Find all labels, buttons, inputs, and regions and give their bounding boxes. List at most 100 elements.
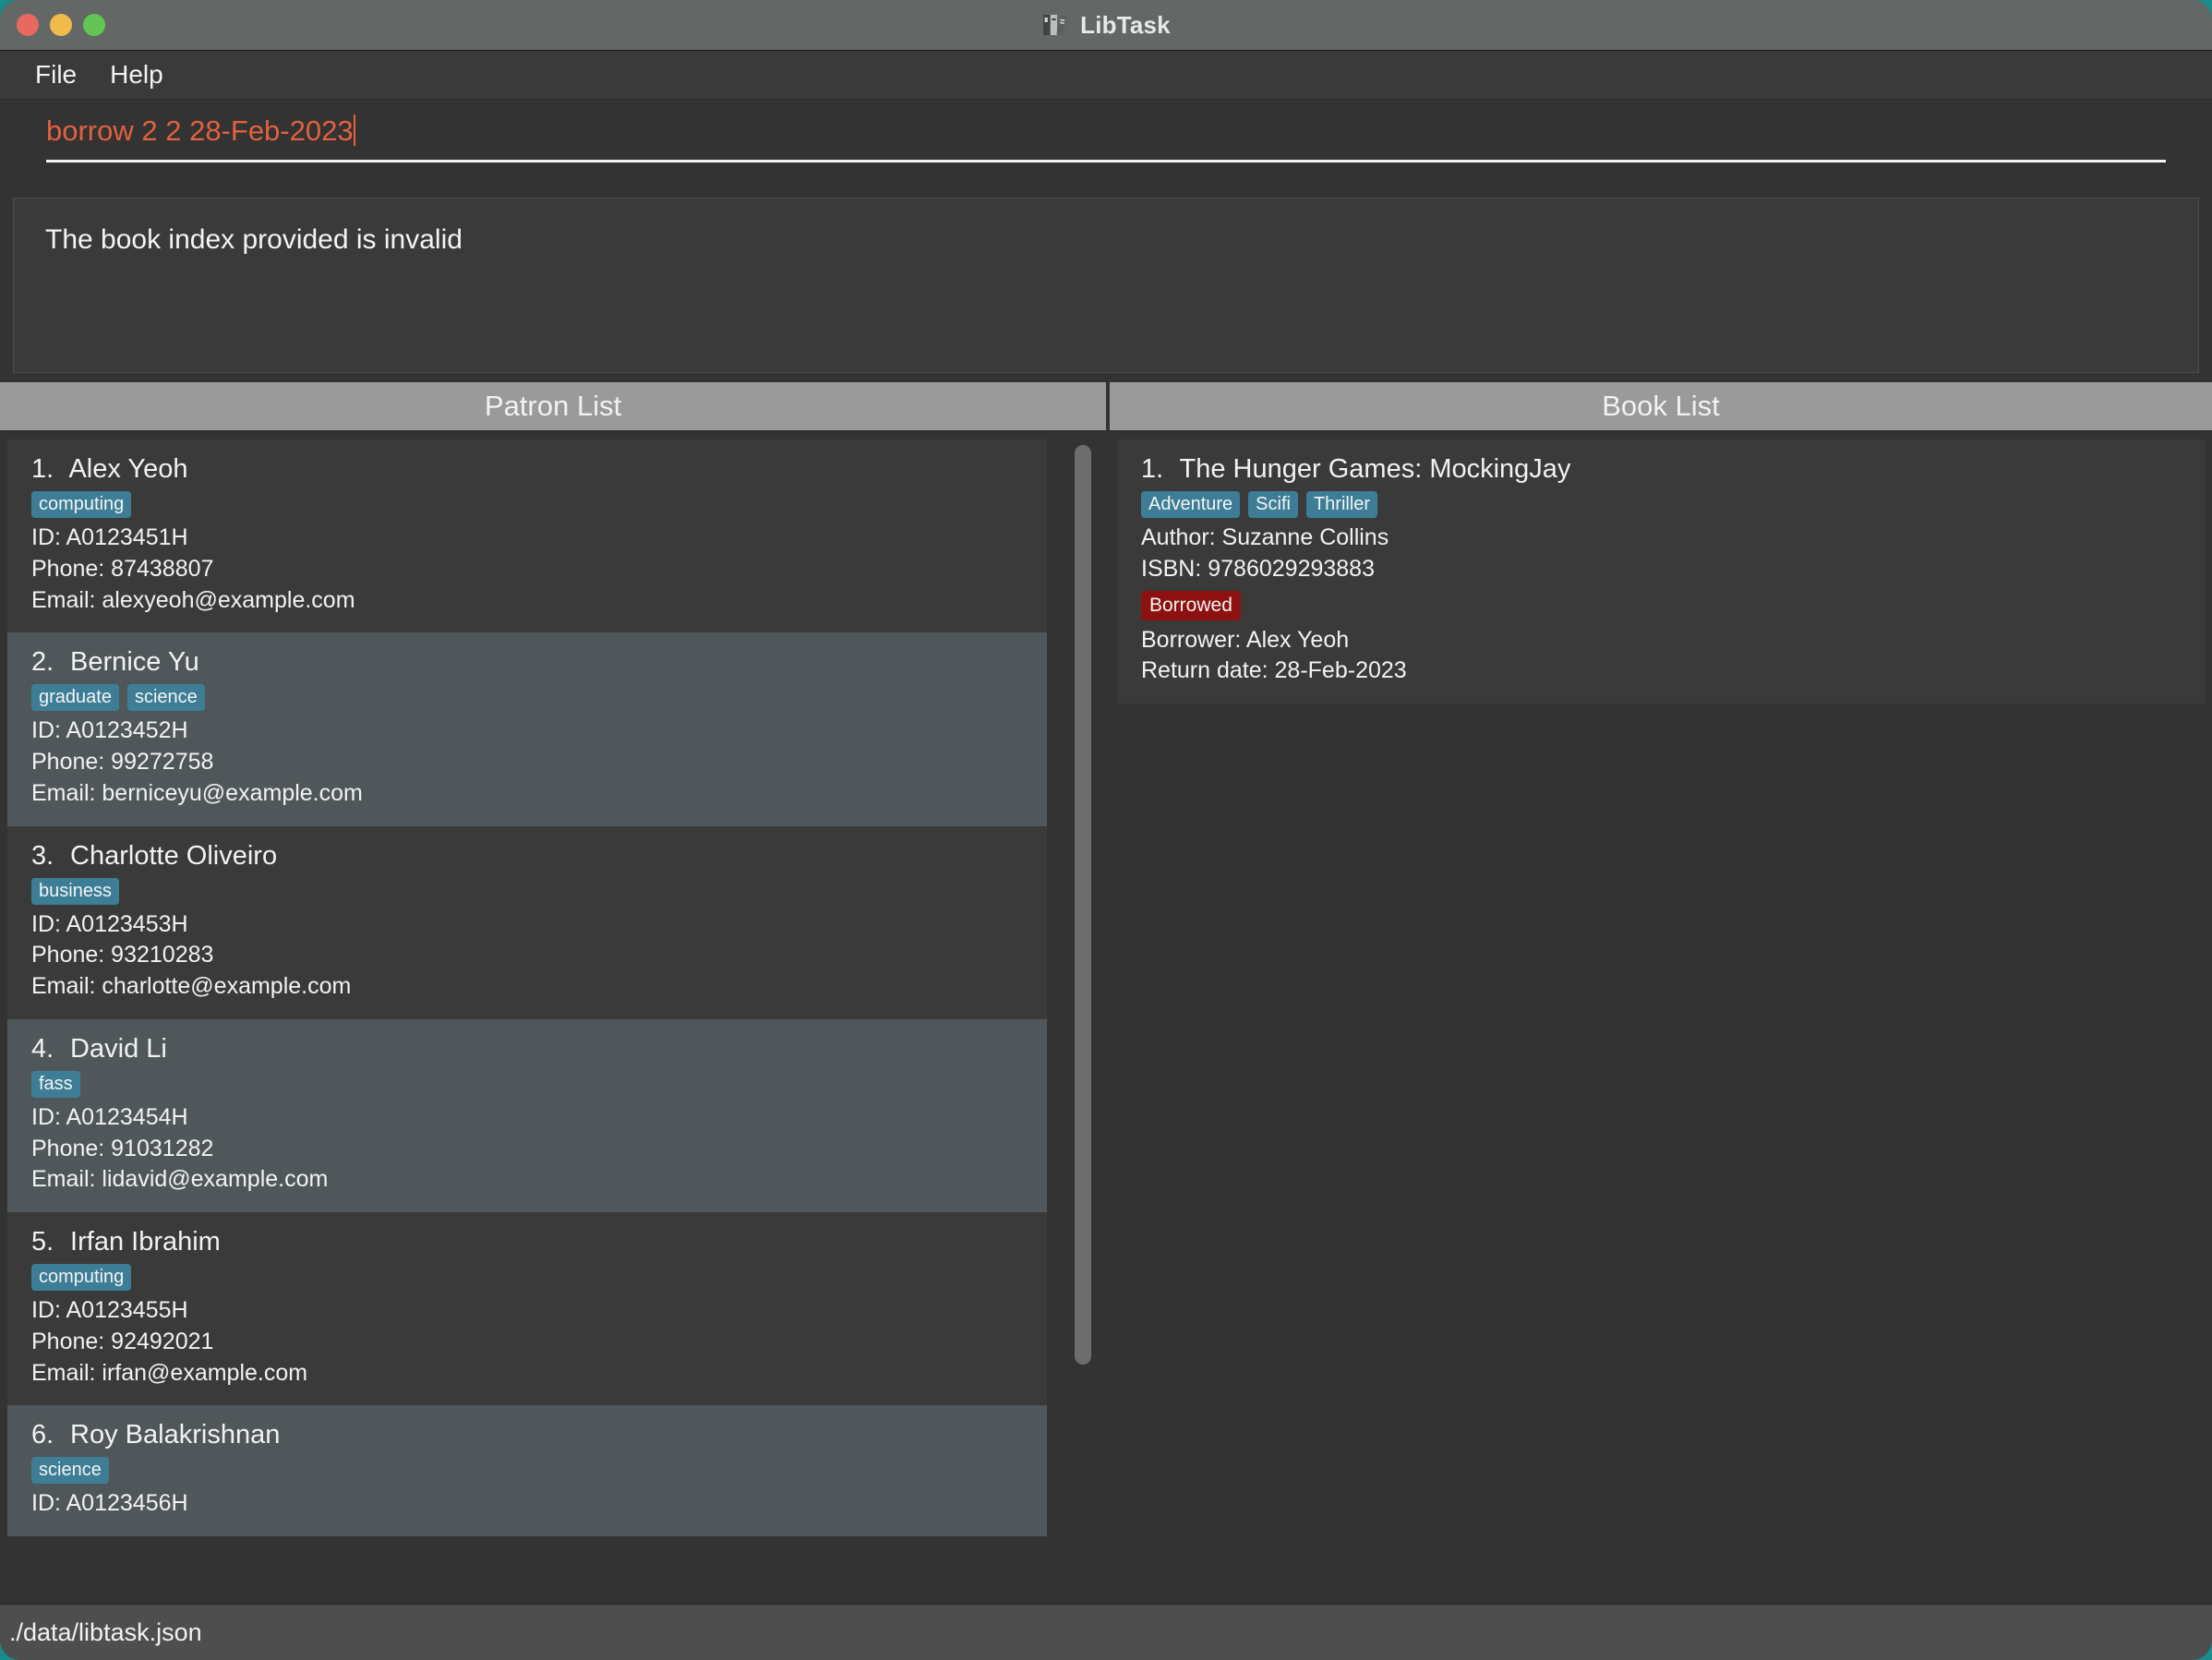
status-badge: Borrowed xyxy=(1141,591,1241,620)
patron-phone: Phone: 92492021 xyxy=(31,1327,1023,1358)
patron-tag-row: computing xyxy=(31,1264,1023,1291)
patron-name-text: Alex Yeoh xyxy=(63,454,187,484)
result-display: The book index provided is invalid xyxy=(13,198,2199,373)
book-list[interactable]: 1. The Hunger Games: MockingJay Adventure… xyxy=(1117,439,2205,1604)
status-bar: ./data/libtask.json xyxy=(0,1604,2212,1660)
result-region: The book index provided is invalid xyxy=(0,185,2212,382)
book-author: Author: Suzanne Collins xyxy=(1141,523,2181,554)
patron-name-text: Roy Balakrishnan xyxy=(63,1420,280,1449)
book-title: 1. The Hunger Games: MockingJay xyxy=(1141,454,2181,485)
patron-name: 5. Irfan Ibrahim xyxy=(31,1227,1023,1257)
book-tag: Adventure xyxy=(1141,491,1240,518)
book-card[interactable]: 1. The Hunger Games: MockingJay Adventure… xyxy=(1117,439,2205,704)
patron-card[interactable]: 1. Alex Yeoh computing ID: A0123451HPhone:… xyxy=(7,439,1047,632)
book-panel-body: 1. The Hunger Games: MockingJay Adventure… xyxy=(1110,432,2212,1604)
traffic-lights xyxy=(17,0,105,50)
patron-tag: science xyxy=(31,1457,109,1484)
patron-index: 1. xyxy=(31,454,63,485)
patron-card[interactable]: 6. Roy Balakrishnan science ID: A0123456H xyxy=(7,1405,1047,1536)
command-input[interactable]: borrow 2 2 28-Feb-2023 xyxy=(46,114,2166,162)
patron-panel-title: Patron List xyxy=(485,390,621,423)
book-index: 1. xyxy=(1141,454,1172,485)
patron-tag: business xyxy=(31,878,119,905)
patron-id: ID: A0123456H xyxy=(31,1488,1023,1520)
patron-tag: science xyxy=(127,684,205,711)
menu-bar: File Help xyxy=(0,51,2212,100)
patron-email: Email: alexyeoh@example.com xyxy=(31,585,1023,617)
book-title-text: The Hunger Games: MockingJay xyxy=(1172,454,1570,484)
patron-id: ID: A0123453H xyxy=(31,909,1023,941)
text-caret xyxy=(354,114,355,146)
patron-tag: computing xyxy=(31,1264,131,1291)
patron-card[interactable]: 5. Irfan Ibrahim computing ID: A0123455HPh… xyxy=(7,1212,1047,1405)
patron-name-text: David Li xyxy=(63,1034,167,1064)
lists-area: Patron List 1. Alex Yeoh computing ID: A01… xyxy=(0,382,2212,1604)
close-window-button[interactable] xyxy=(17,14,39,36)
patron-name-text: Irfan Ibrahim xyxy=(63,1227,221,1257)
patron-name: 6. Roy Balakrishnan xyxy=(31,1420,1023,1450)
patron-list-scrollbar[interactable] xyxy=(1075,443,1091,1593)
book-tag: Thriller xyxy=(1306,491,1377,518)
patron-index: 2. xyxy=(31,647,63,678)
patron-name: 2. Bernice Yu xyxy=(31,647,1023,678)
patron-phone: Phone: 93210283 xyxy=(31,940,1023,971)
patron-tag: graduate xyxy=(31,684,119,711)
patron-tag: fass xyxy=(31,1071,80,1098)
patron-email: Email: irfan@example.com xyxy=(31,1358,1023,1389)
patron-list[interactable]: 1. Alex YeohcomputingID: A0123451HPhone:… xyxy=(7,439,1047,1604)
patron-card[interactable]: 2. Bernice Yu graduate science ID: A0123452… xyxy=(7,632,1047,825)
patron-card[interactable]: 3. Charlotte Oliveiro business ID: A012345… xyxy=(7,826,1047,1019)
command-region: borrow 2 2 28-Feb-2023 xyxy=(0,100,2212,185)
patron-tag-row: business xyxy=(31,878,1023,905)
patron-index: 5. xyxy=(31,1227,63,1257)
patron-email: Email: berniceyu@example.com xyxy=(31,778,1023,810)
patron-id: ID: A0123454H xyxy=(31,1102,1023,1134)
book-tag: Scifi xyxy=(1248,491,1298,518)
book-isbn: ISBN: 9786029293883 xyxy=(1141,554,2181,585)
app-title: LibTask xyxy=(1080,11,1171,40)
book-borrower: Borrower: Alex Yeoh xyxy=(1141,625,2181,656)
patron-name-text: Charlotte Oliveiro xyxy=(63,841,277,871)
book-panel-title: Book List xyxy=(1602,390,1720,423)
patron-phone: Phone: 91031282 xyxy=(31,1134,1023,1165)
book-tag-row: Adventure Scifi Thriller xyxy=(1141,491,2181,518)
patron-index: 4. xyxy=(31,1034,63,1065)
patron-name: 1. Alex Yeoh xyxy=(31,454,1023,485)
patron-phone: Phone: 87438807 xyxy=(31,554,1023,585)
patron-email: Email: charlotte@example.com xyxy=(31,971,1023,1003)
patron-tag-row: graduate science xyxy=(31,684,1023,711)
patron-tag-row: computing xyxy=(31,491,1023,518)
book-panel-header: Book List xyxy=(1110,382,2212,432)
patron-card[interactable]: 4. David Li fass ID: A0123454HPhone: 91031… xyxy=(7,1019,1047,1212)
book-status-row: Borrowed xyxy=(1141,591,2181,620)
patron-id: ID: A0123455H xyxy=(31,1295,1023,1327)
patron-panel-body: 1. Alex YeohcomputingID: A0123451HPhone:… xyxy=(0,432,1106,1604)
patron-email: Email: lidavid@example.com xyxy=(31,1164,1023,1196)
patron-phone: Phone: 99272758 xyxy=(31,747,1023,778)
patron-name-text: Bernice Yu xyxy=(63,647,199,677)
patron-tag-row: science xyxy=(31,1457,1023,1484)
book-panel: Book List 1. The Hunger Games: MockingJa… xyxy=(1106,382,2212,1604)
app-window: LibTask File Help borrow 2 2 28-Feb-2023… xyxy=(0,0,2212,1660)
patron-list-scroll-thumb[interactable] xyxy=(1075,445,1091,1365)
title-center: LibTask xyxy=(0,11,2212,40)
save-location-path: ./data/libtask.json xyxy=(9,1618,202,1647)
patron-id: ID: A0123451H xyxy=(31,523,1023,554)
command-input-value: borrow 2 2 28-Feb-2023 xyxy=(46,115,354,147)
patron-index: 3. xyxy=(31,841,63,872)
result-message: The book index provided is invalid xyxy=(45,223,2167,258)
patron-tag-row: fass xyxy=(31,1071,1023,1098)
menu-file[interactable]: File xyxy=(18,56,93,93)
title-bar: LibTask xyxy=(0,0,2212,51)
patron-index: 6. xyxy=(31,1420,63,1450)
patron-panel-header: Patron List xyxy=(0,382,1106,432)
patron-id: ID: A0123452H xyxy=(31,716,1023,747)
patron-name: 3. Charlotte Oliveiro xyxy=(31,841,1023,872)
book-return-date: Return date: 28-Feb-2023 xyxy=(1141,656,2181,687)
minimize-window-button[interactable] xyxy=(50,14,72,36)
patron-tag: computing xyxy=(31,491,131,518)
patron-panel: Patron List 1. Alex Yeoh computing ID: A01… xyxy=(0,382,1106,1604)
maximize-window-button[interactable] xyxy=(83,14,105,36)
menu-help[interactable]: Help xyxy=(93,56,180,93)
books-icon xyxy=(1041,11,1069,39)
